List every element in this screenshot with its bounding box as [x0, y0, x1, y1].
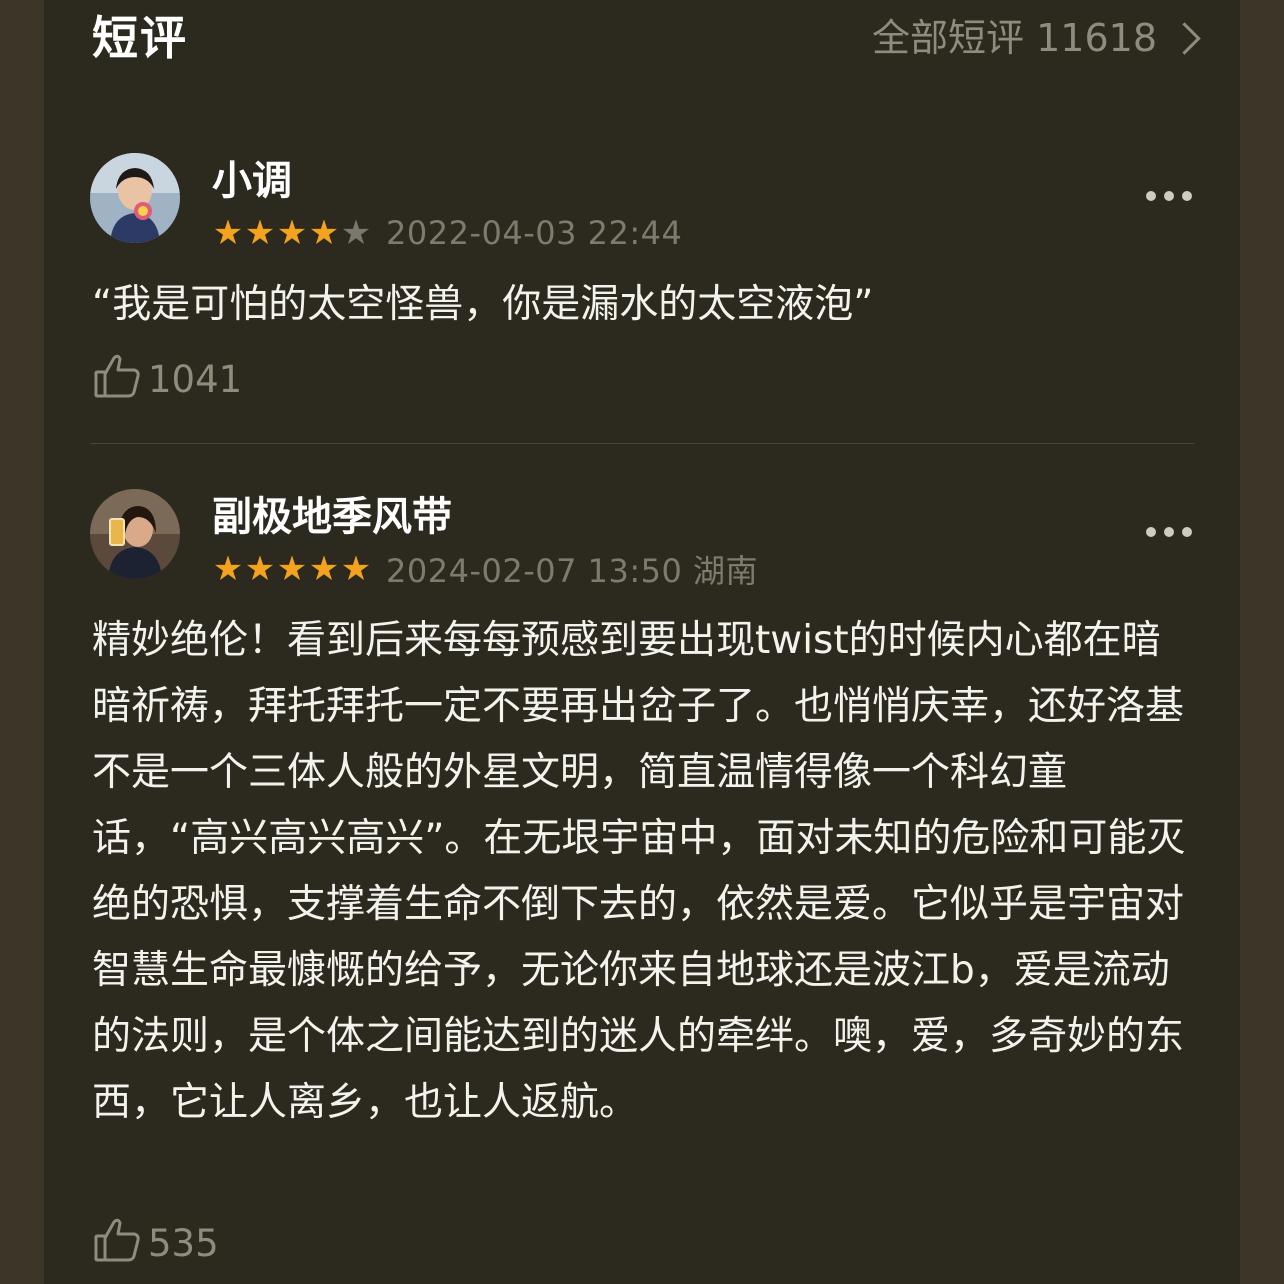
avatar[interactable]	[90, 153, 180, 243]
star-icon: ★	[212, 549, 244, 589]
more-icon[interactable]	[1146, 527, 1192, 537]
rating-stars: ★ ★ ★ ★ ★	[212, 216, 372, 250]
review-user-name[interactable]: 小调	[212, 155, 292, 207]
all-reviews-label: 全部短评 11618	[872, 16, 1157, 60]
star-icon: ★	[244, 549, 276, 589]
avatar[interactable]	[90, 489, 180, 579]
like-button[interactable]: 535	[92, 1214, 219, 1273]
star-icon: ★	[212, 213, 244, 253]
review-user-name[interactable]: 副极地季风带	[212, 491, 452, 543]
section-title: 短评	[92, 11, 188, 65]
star-icon: ★	[340, 213, 372, 253]
more-icon[interactable]	[1146, 191, 1192, 201]
thumb-up-icon	[92, 350, 142, 409]
star-icon: ★	[276, 213, 308, 253]
review-text: “我是可怕的太空怪兽，你是漏水的太空液泡”	[92, 282, 874, 327]
review-meta: ★ ★ ★ ★ ★ 2022-04-03 22:44	[212, 213, 682, 253]
star-icon: ★	[340, 549, 372, 589]
thumb-up-icon	[92, 1214, 142, 1273]
rating-stars: ★ ★ ★ ★ ★	[212, 552, 372, 586]
chevron-right-icon	[1168, 21, 1201, 55]
review-meta: ★ ★ ★ ★ ★ 2024-02-07 13:50 湖南	[212, 549, 759, 590]
right-margin	[1240, 0, 1284, 1284]
left-margin	[0, 0, 44, 1284]
like-button[interactable]: 1041	[92, 350, 242, 409]
review-date: 2022-04-03 22:44	[386, 214, 683, 252]
review-date: 2024-02-07 13:50 湖南	[386, 552, 759, 590]
star-icon: ★	[308, 549, 340, 589]
like-count: 1041	[148, 358, 243, 401]
star-icon: ★	[244, 213, 276, 253]
star-icon: ★	[308, 213, 340, 253]
all-reviews-link[interactable]: 全部短评 11618	[872, 10, 1201, 66]
review-text: 精妙绝伦！看到后来每每预感到要出现twist的时候内心都在暗暗祈祷，拜托拜托一定…	[92, 618, 1186, 1125]
star-icon: ★	[276, 549, 308, 589]
review-divider	[90, 443, 1194, 444]
like-count: 535	[148, 1222, 219, 1265]
